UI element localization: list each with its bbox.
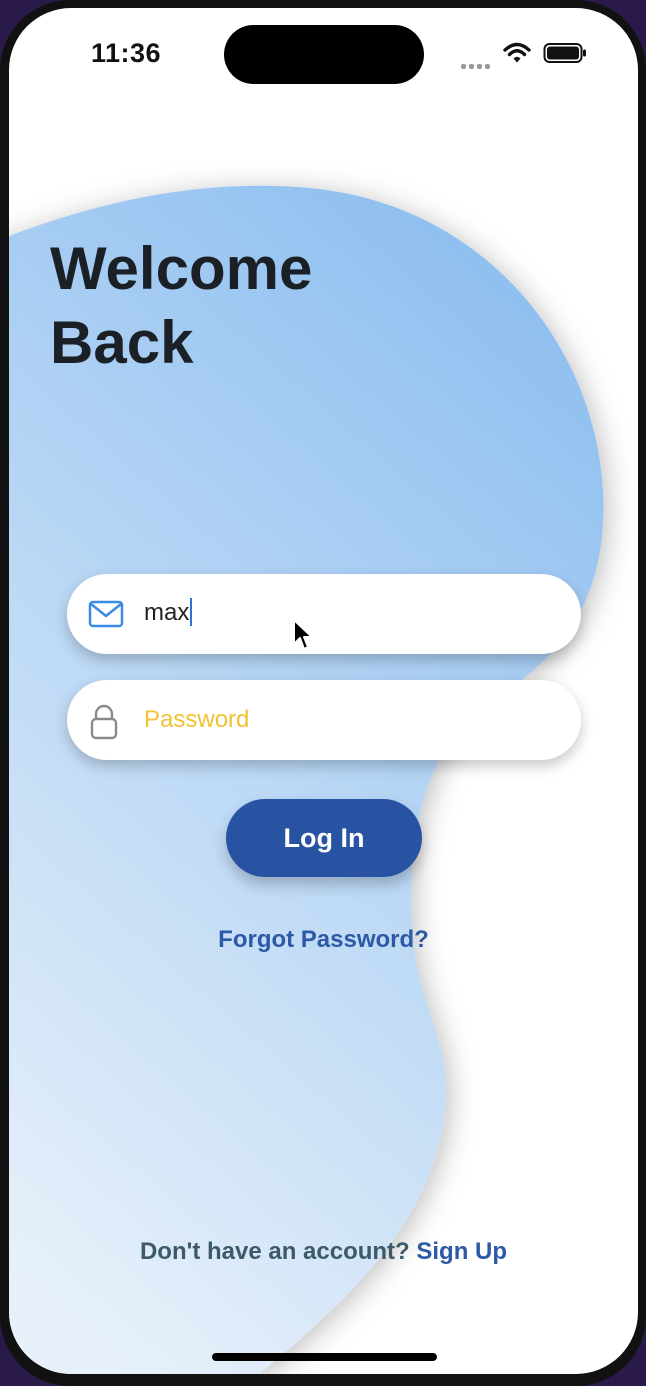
signup-row: Don't have an account? Sign Up <box>9 1238 638 1266</box>
home-indicator[interactable] <box>212 1353 437 1361</box>
signup-link[interactable]: Sign Up <box>416 1238 507 1265</box>
welcome-title: Welcome Back <box>50 232 380 380</box>
password-field[interactable]: Password <box>67 680 581 760</box>
welcome-title-line2: Back <box>50 309 194 376</box>
app-screen: 11:36 Welcome Back max Password Log In F… <box>9 8 638 1374</box>
lock-icon <box>88 704 120 745</box>
forgot-password-link[interactable]: Forgot Password? <box>9 926 638 954</box>
status-bar: 11:36 <box>9 8 638 98</box>
cellular-signal-icon <box>461 56 497 69</box>
email-field[interactable]: max <box>67 574 581 654</box>
mouse-pointer-icon <box>292 618 314 657</box>
battery-icon <box>543 42 587 69</box>
login-button[interactable]: Log In <box>226 799 422 877</box>
status-time: 11:36 <box>91 38 162 68</box>
mail-icon <box>88 598 124 635</box>
dynamic-island <box>224 25 424 84</box>
password-input[interactable]: Password <box>144 706 249 734</box>
text-cursor <box>190 598 193 626</box>
email-value: max <box>144 599 190 626</box>
signup-prompt: Don't have an account? <box>139 1238 410 1265</box>
wifi-icon <box>503 42 531 69</box>
device-frame: 11:36 Welcome Back max Password Log In F… <box>0 0 646 1386</box>
welcome-title-line1: Welcome <box>50 235 313 302</box>
email-input[interactable]: max <box>144 598 193 627</box>
